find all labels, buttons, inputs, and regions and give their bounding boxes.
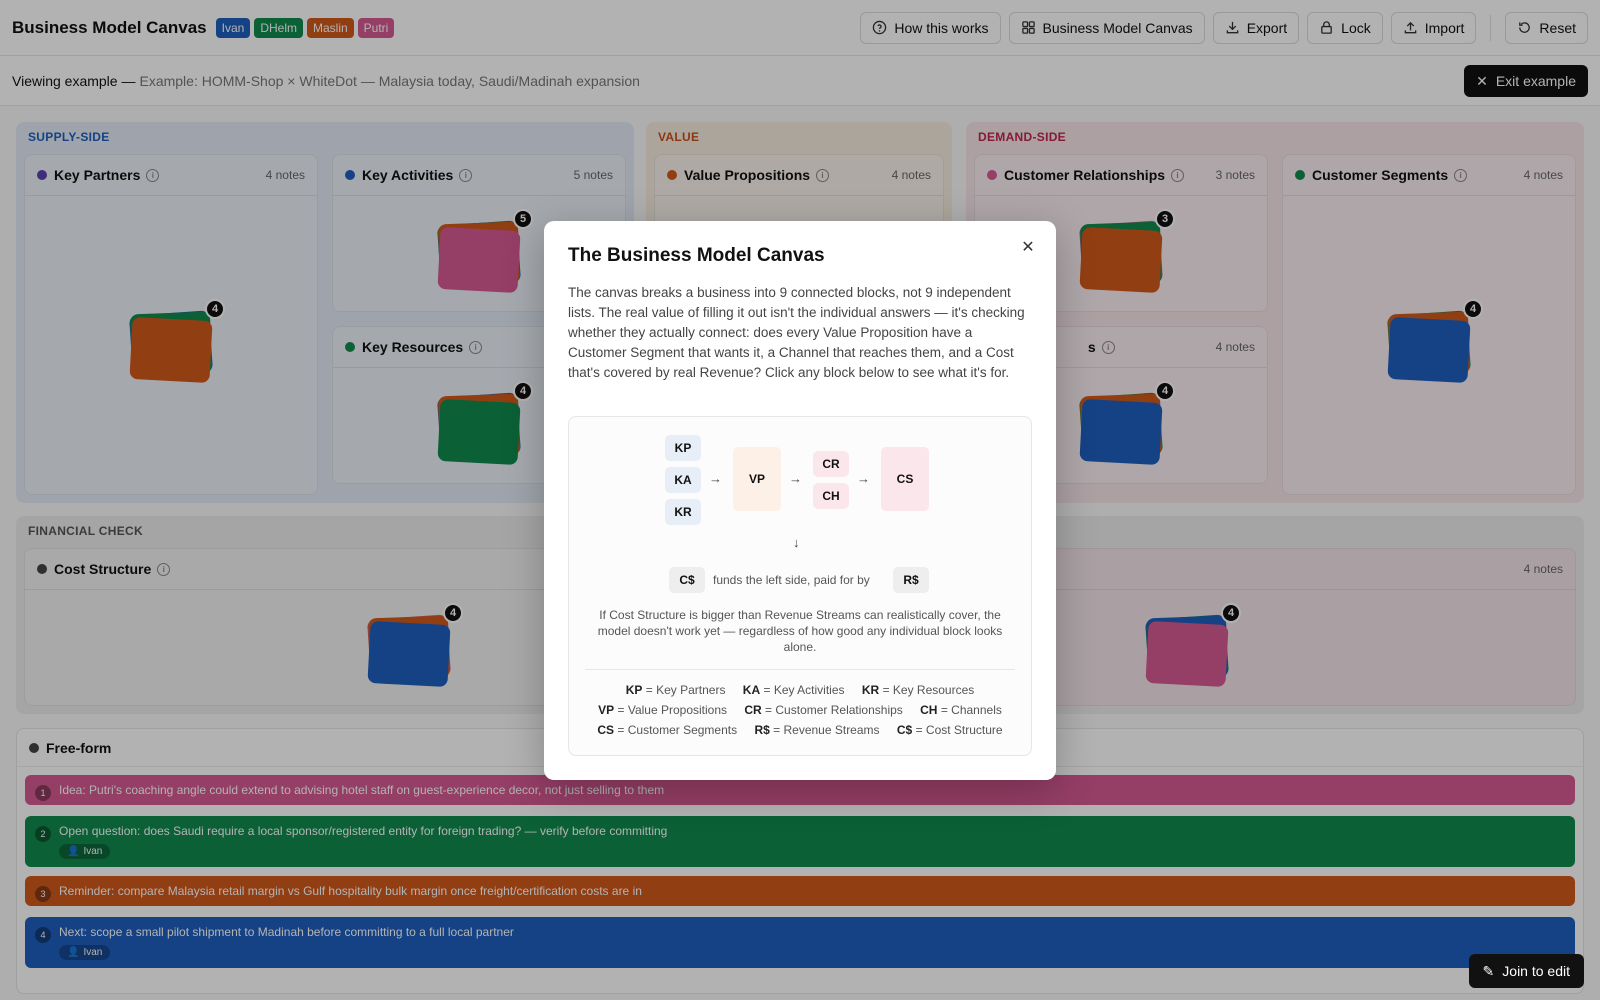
modal-description: The canvas breaks a business into 9 conn…: [568, 285, 1025, 380]
arrow-right-icon: →: [789, 471, 802, 486]
page: Business Model Canvas Ivan DHelm Maslin …: [0, 0, 1600, 1000]
pencil-icon: ✎: [1482, 962, 1495, 979]
legend-item: VP = Value Propositions: [598, 703, 728, 717]
legend-item: R$ = Revenue Streams: [754, 723, 880, 737]
arrow-right-icon: →: [709, 471, 722, 486]
legend-item: C$ = Cost Structure: [896, 723, 1003, 737]
join-to-edit-button[interactable]: ✎ Join to edit: [1468, 954, 1584, 988]
chip-ch[interactable]: CH: [813, 483, 849, 509]
legend-item: CH = Channels: [920, 703, 1002, 717]
legend-item: KP = Key Partners: [625, 683, 726, 697]
legend-row: VP = Value Propositions CR = Customer Re…: [585, 700, 1015, 720]
legend-item: CR = Customer Relationships: [744, 703, 903, 717]
chip-vp[interactable]: VP: [733, 447, 781, 511]
chip-cs[interactable]: CS: [881, 447, 929, 511]
legend-row: CS = Customer Segments R$ = Revenue Stre…: [585, 720, 1015, 740]
legend-item: KA = Key Activities: [742, 683, 845, 697]
arrow-right-icon: →: [857, 471, 870, 486]
chip-rev[interactable]: R$: [893, 567, 929, 593]
legend: KP = Key Partners KA = Key Activities KR…: [585, 669, 1015, 740]
modal-title: The Business Model Canvas: [568, 245, 825, 266]
arrow-down-icon: ↓: [793, 535, 800, 550]
join-to-edit-label: Join to edit: [1502, 963, 1570, 979]
chip-kp[interactable]: KP: [665, 435, 701, 461]
legend-item: CS = Customer Segments: [597, 723, 738, 737]
diagram-note: If Cost Structure is bigger than Revenue…: [597, 608, 1003, 654]
chip-cr[interactable]: CR: [813, 451, 849, 477]
legend-item: KR = Key Resources: [861, 683, 975, 697]
chip-cost[interactable]: C$: [669, 567, 705, 593]
close-icon[interactable]: ✕: [1018, 237, 1038, 257]
canvas-flow-diagram: KP KA KR → VP → CR CH → CS ↓ C$ funds th…: [568, 416, 1032, 756]
legend-row: KP = Key Partners KA = Key Activities KR…: [585, 680, 1015, 700]
chip-ka[interactable]: KA: [665, 467, 701, 493]
how-it-works-modal: The Business Model Canvas ✕ The canvas b…: [544, 221, 1056, 780]
chip-kr[interactable]: KR: [665, 499, 701, 525]
funds-text: funds the left side, paid for by: [713, 573, 870, 587]
